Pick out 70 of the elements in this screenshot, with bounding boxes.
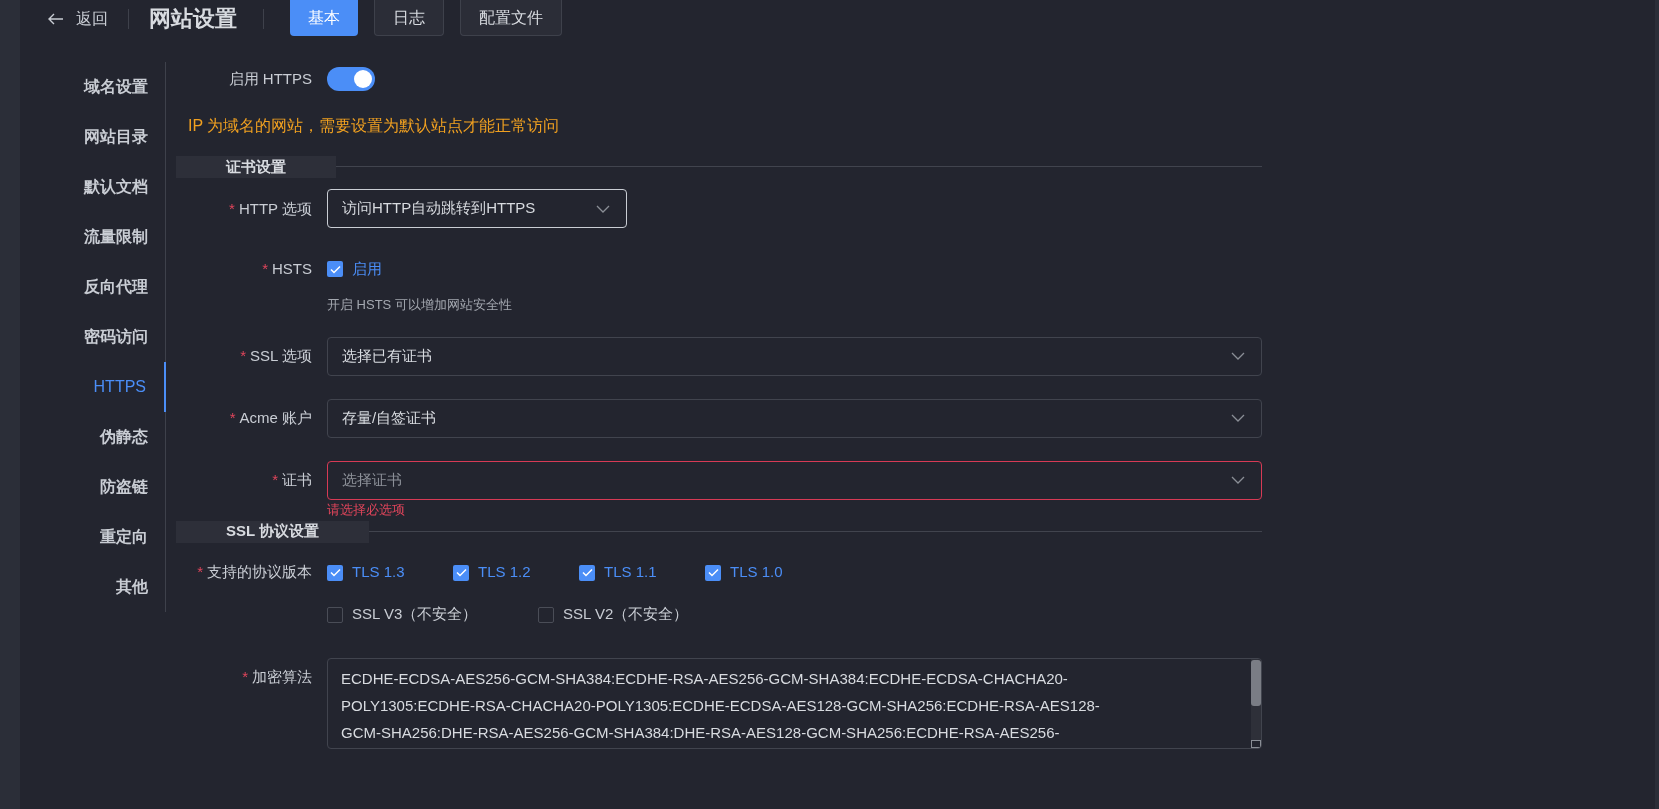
- select-field[interactable]: 选择证书: [327, 460, 1262, 500]
- check-icon: [707, 568, 719, 577]
- back-button[interactable]: 返回: [48, 6, 108, 31]
- checkbox[interactable]: [327, 261, 343, 277]
- checkbox-label: SSL V2（不安全）: [563, 604, 689, 625]
- toggle-label: 启用 HTTPS: [227, 68, 313, 89]
- select-field[interactable]: 访问HTTP自动跳转到HTTPS: [327, 189, 627, 228]
- tab[interactable]: 日志: [374, 0, 444, 36]
- sidebar-item[interactable]: 密码访问: [20, 312, 166, 362]
- error-message: 请选择必选项: [327, 500, 405, 519]
- select-placeholder: 选择证书: [342, 469, 402, 490]
- scrollbar[interactable]: [1251, 658, 1261, 748]
- checkbox[interactable]: [579, 564, 595, 581]
- field-label: HSTS: [272, 258, 312, 279]
- sidebar-item[interactable]: 域名设置: [20, 62, 166, 112]
- chevron-down-icon: [596, 204, 610, 213]
- check-icon: [455, 568, 467, 577]
- check-icon: [581, 568, 593, 577]
- sidebar-item[interactable]: 默认文档: [20, 162, 166, 212]
- checkbox[interactable]: [453, 564, 469, 581]
- checkbox[interactable]: [538, 606, 554, 623]
- checkbox-label: SSL V3（不安全）: [352, 604, 478, 625]
- required-asterisk: *: [242, 667, 248, 688]
- required-asterisk: *: [272, 470, 278, 491]
- chevron-down-icon: [1231, 352, 1245, 360]
- required-asterisk: *: [197, 562, 203, 583]
- checkbox-label: TLS 1.3: [352, 562, 405, 583]
- resize-handle-icon: [1251, 739, 1261, 748]
- sidebar-item[interactable]: 防盗链: [20, 462, 166, 512]
- page-title: 网站设置: [149, 5, 237, 33]
- sidebar-item[interactable]: 反向代理: [20, 262, 166, 312]
- sidebar-item[interactable]: 其他: [20, 562, 166, 612]
- chevron-down-icon: [1231, 414, 1245, 422]
- required-asterisk: *: [240, 346, 247, 367]
- field-label: 支持的协议版本: [207, 562, 312, 583]
- required-asterisk: *: [229, 198, 235, 219]
- checkbox-label: TLS 1.0: [730, 562, 783, 583]
- arrow-left-icon: [48, 12, 64, 25]
- check-icon: [329, 264, 341, 274]
- required-asterisk: *: [262, 258, 268, 279]
- chevron-down-icon: [1231, 476, 1245, 484]
- check-icon: [329, 568, 341, 577]
- required-asterisk: *: [229, 408, 236, 429]
- section-title: SSL 协议设置: [176, 520, 370, 543]
- warning-text: IP 为域名的网站，需要设置为默认站点才能正常访问: [188, 116, 560, 136]
- field-label: 证书: [282, 470, 312, 491]
- sidebar-item[interactable]: 流量限制: [20, 212, 166, 262]
- checkbox-label: 启用: [352, 258, 382, 279]
- select-value: 存量/自签证书: [342, 407, 437, 428]
- select-value: 访问HTTP自动跳转到HTTPS: [342, 198, 536, 219]
- select-field[interactable]: 存量/自签证书: [327, 398, 1262, 438]
- field-label: Acme 账户: [239, 408, 312, 429]
- checkbox[interactable]: [705, 564, 721, 581]
- checkbox-label: TLS 1.2: [478, 562, 531, 583]
- field-label: HTTP 选项: [238, 198, 312, 219]
- field-label: 加密算法: [252, 667, 312, 688]
- select-field[interactable]: 选择已有证书: [327, 336, 1262, 376]
- toggle-switch[interactable]: [327, 67, 375, 91]
- checkbox-label: TLS 1.1: [604, 562, 657, 583]
- select-value: 选择已有证书: [342, 345, 432, 366]
- field-label: SSL 选项: [250, 346, 312, 367]
- checkbox[interactable]: [327, 564, 343, 581]
- sidebar-item[interactable]: 伪静态: [20, 412, 166, 462]
- tab[interactable]: 配置文件: [460, 0, 562, 36]
- sidebar-item[interactable]: 重定向: [20, 512, 166, 562]
- hint-text: 开启 HSTS 可以增加网站安全性: [327, 296, 512, 314]
- section-title: 证书设置: [176, 156, 336, 178]
- sidebar-item[interactable]: HTTPS: [20, 362, 166, 412]
- sidebar-item[interactable]: 网站目录: [20, 112, 166, 162]
- checkbox[interactable]: [327, 606, 343, 623]
